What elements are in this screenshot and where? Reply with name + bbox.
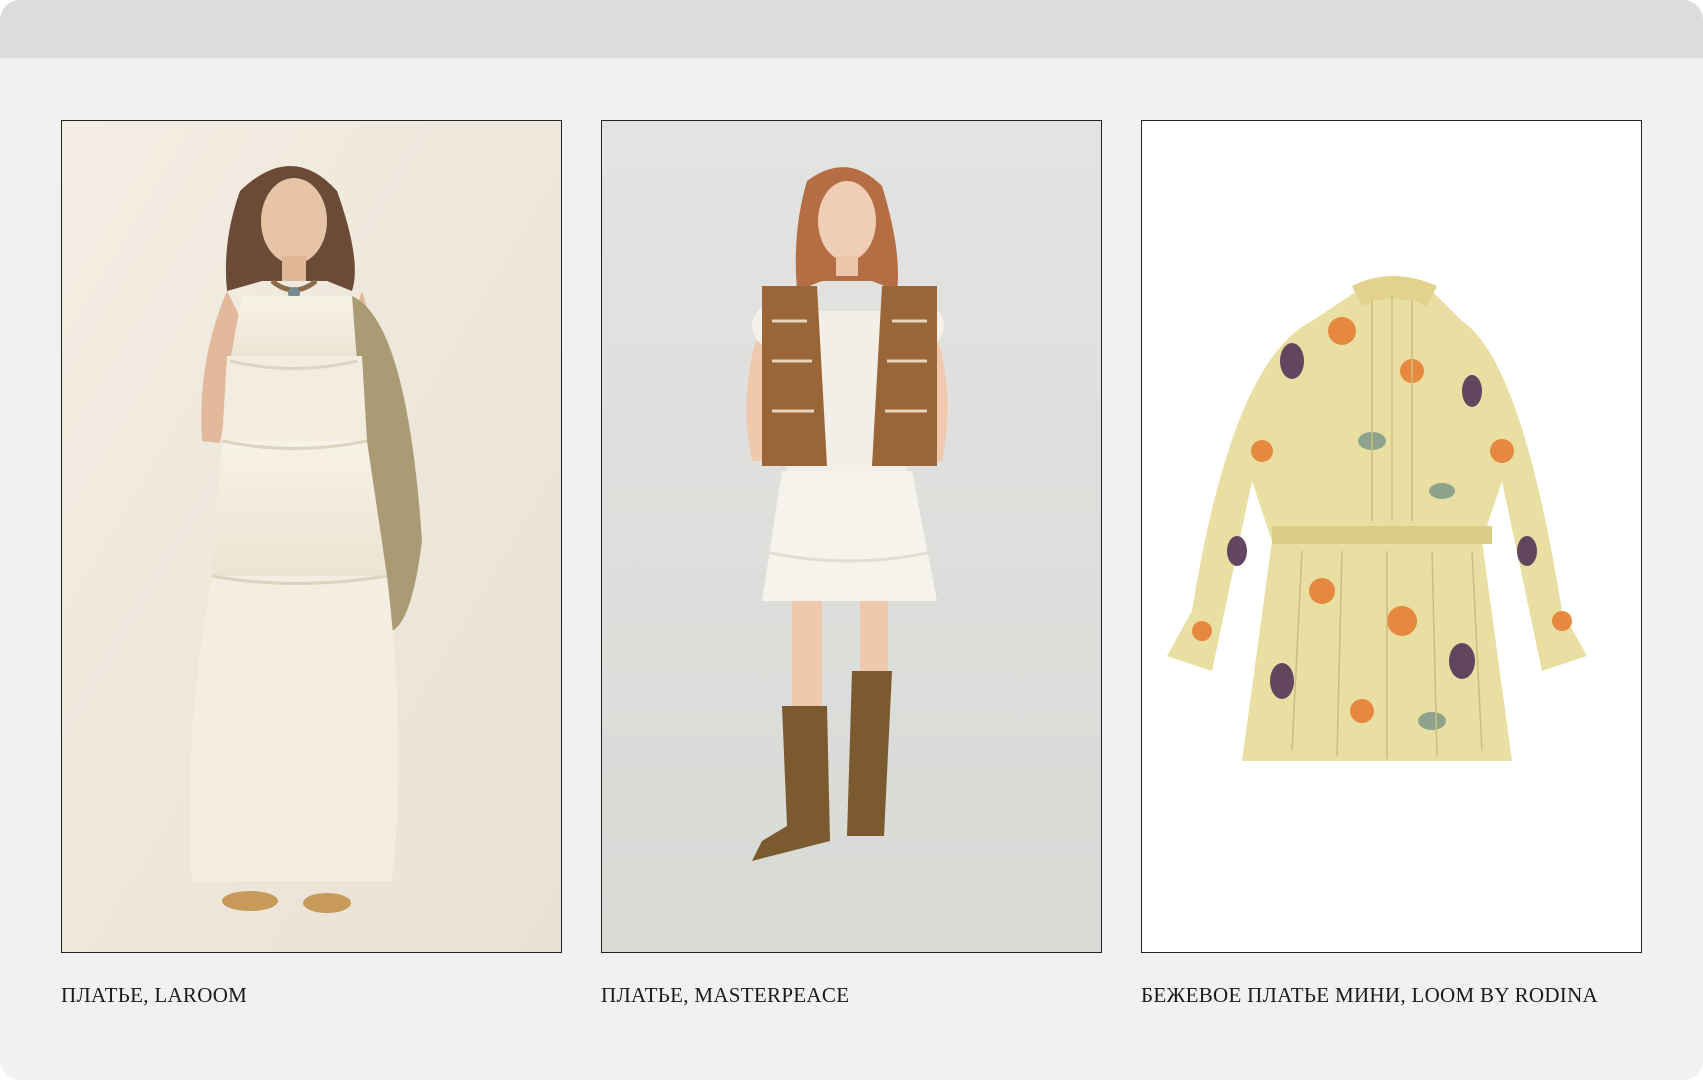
model-lace-dress-vest-boots-image [602,121,1101,952]
product-card-3[interactable]: БЕЖЕВОЕ ПЛАТЬЕ МИНИ, LOOM BY RODINA [1141,120,1642,1008]
product-image-link-2[interactable] [601,120,1102,953]
floral-mini-dress-image [1142,121,1641,952]
product-caption-2[interactable]: ПЛАТЬЕ, MASTERPEACE [601,983,1102,1008]
product-card-1[interactable]: ПЛАТЬЕ, LAROOM [61,120,562,1008]
product-card-2[interactable]: ПЛАТЬЕ, MASTERPEACE [601,120,1102,1008]
browser-window: ПЛАТЬЕ, LAROOM ПЛАТЬЕ, MASTERPEACE БЕЖЕВ… [0,0,1703,1080]
window-top-bar [0,0,1703,58]
product-image-link-3[interactable] [1141,120,1642,953]
product-caption-3[interactable]: БЕЖЕВОЕ ПЛАТЬЕ МИНИ, LOOM BY RODINA [1141,983,1642,1008]
product-image-link-1[interactable] [61,120,562,953]
product-caption-1[interactable]: ПЛАТЬЕ, LAROOM [61,983,562,1008]
model-white-tiered-dress-image [62,121,561,952]
